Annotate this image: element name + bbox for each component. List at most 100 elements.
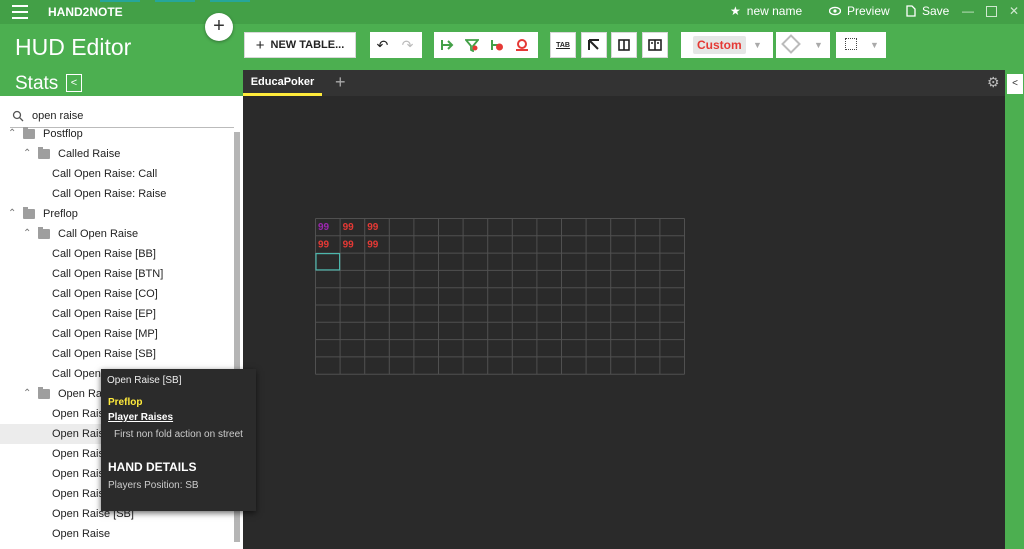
tree-item[interactable]: Call Open Raise: Raise [0,184,236,204]
redo-icon: ↷ [401,36,414,53]
tree-item[interactable]: Call Open Raise [MP] [0,324,236,344]
save-label: Save [922,4,950,18]
tree-item-label: Open Rai [58,388,105,400]
chevron-up-icon[interactable]: ⌃ [8,124,16,144]
chevron-up-icon[interactable]: ⌃ [23,224,31,244]
stat-cell-value[interactable]: 99 [343,222,355,233]
maximize-button[interactable] [986,6,997,17]
tree-item[interactable]: Call Open Raise: Call [0,164,236,184]
tree-item-label: Preflop [43,208,78,220]
tree-item[interactable]: Call Open Raise [EP] [0,304,236,324]
stat-cell-value[interactable]: 99 [318,239,330,250]
tooltip-details-heading: HAND DETAILS [108,460,197,474]
folder-icon [38,387,50,399]
decor-strip [210,0,250,2]
filter-icon [464,39,479,52]
minimize-button[interactable]: — [962,5,974,17]
tree-folder[interactable]: ⌃ Called Raise [0,144,236,164]
tab-label: TAB [556,41,570,49]
menu-icon[interactable] [12,5,28,19]
save-button[interactable]: Save [906,4,949,18]
add-stat-button[interactable] [434,32,459,58]
preview-button[interactable]: Preview [829,4,890,18]
chevron-down-icon: ▼ [870,40,879,50]
tree-folder[interactable]: ⌃ Preflop [0,204,236,224]
border-dropdown[interactable]: ▼ [836,32,886,58]
filter-stat-button[interactable] [459,32,484,58]
chevron-down-icon: ▼ [814,40,823,50]
tooltip-subcategory: Player Raises [108,412,174,423]
tree-item-label: Call Open Raise [CO] [52,288,158,300]
style-value: Custom [693,36,746,54]
search-icon [12,110,24,122]
folder-icon [38,227,50,239]
hud-grid[interactable]: 99 99 99 99 99 99 [315,218,687,376]
file-icon [906,5,916,17]
split-button[interactable] [642,32,668,58]
tree-item[interactable]: Call Open Raise [CO] [0,284,236,304]
tooltip-details-text: Players Position: SB [108,480,199,491]
chevron-up-icon[interactable]: ⌃ [8,204,16,224]
tree-item-label: Call Open Raise [EP] [52,308,156,320]
decor-strip [100,0,140,2]
undo-button[interactable]: ↶ [370,32,395,58]
tree-item[interactable]: Call Open Raise [SB] [0,344,236,364]
stats-title: Stats [15,73,59,94]
add-tab-button[interactable]: + [335,73,346,91]
star-icon: ★ [730,4,741,18]
tooltip-title: Open Raise [SB] [107,375,182,386]
tree-item-label: Call Open Raise [MP] [52,328,158,340]
gear-icon[interactable]: ⚙ [987,74,1000,91]
title-bar: HAND2NOTE ★ new name Preview Save — ✕ [0,0,1024,24]
delete-stat-button[interactable] [509,32,534,58]
hud-editor-canvas: EducaPoker + ⚙ 99 99 99 99 99 99 [243,70,1005,549]
tree-item-label: Call Open [52,368,101,380]
new-table-label: NEW TABLE... [270,39,345,51]
paint-bucket-icon [781,34,801,54]
chevron-up-icon[interactable]: ⌃ [23,384,31,404]
tab-button[interactable]: TAB [550,32,576,58]
chevron-down-icon: ▼ [753,40,762,50]
stat-tooltip: Open Raise [SB] Preflop Player Raises Fi… [101,369,256,511]
corner-arrow-icon [588,39,599,50]
stat-cell-value[interactable]: 99 [343,239,355,250]
add-stat-fab[interactable]: + [205,13,233,41]
tree-item[interactable]: Call Open Raise [BB] [0,244,236,264]
folder-icon [23,127,35,139]
remove-stat-icon [490,40,503,51]
undo-icon: ↶ [376,36,389,53]
tab-educapoker[interactable]: EducaPoker [243,70,322,96]
plus-icon: + [255,36,265,54]
chevron-up-icon[interactable]: ⌃ [23,144,31,164]
tree-item[interactable]: Call Open Raise [BTN] [0,264,236,284]
selected-cell[interactable] [315,252,341,271]
align-button[interactable] [581,32,607,58]
folder-icon [23,207,35,219]
fill-color-dropdown[interactable]: ▼ [776,32,830,58]
tree-item[interactable]: Open Raise [0,524,236,544]
tree-item-label: Open Raise [52,528,111,540]
page-title: HUD Editor [15,34,132,60]
plus-icon: + [213,15,225,37]
table-tab-bar: EducaPoker + ⚙ [243,70,1005,96]
decor-strip [155,0,195,2]
stat-cell-value[interactable]: 99 [318,222,330,233]
delete-icon [515,39,528,51]
expand-panel-button[interactable]: < [1007,74,1023,94]
stat-cell-value[interactable]: 99 [367,239,379,250]
style-dropdown[interactable]: Custom ▼ [681,32,773,58]
new-table-button[interactable]: + NEW TABLE... [244,32,356,58]
columns-button[interactable] [611,32,637,58]
stat-cell-value[interactable]: 99 [367,222,379,233]
layout-name-button[interactable]: ★ new name [730,4,802,18]
tree-item-label: Call Open Raise [SB] [52,348,156,360]
tree-folder[interactable]: ⌃ Call Open Raise [0,224,236,244]
tree-folder[interactable]: ⌃ Postflop [0,124,236,144]
collapse-panel-button[interactable]: < [66,74,82,92]
redo-button[interactable]: ↷ [395,32,420,58]
close-button[interactable]: ✕ [1008,5,1020,17]
tree-item-label: Call Open Raise [58,228,139,240]
tree-item-label: Call Open Raise: Raise [52,188,167,200]
remove-stat-button[interactable] [484,32,509,58]
split-icon [648,39,662,51]
